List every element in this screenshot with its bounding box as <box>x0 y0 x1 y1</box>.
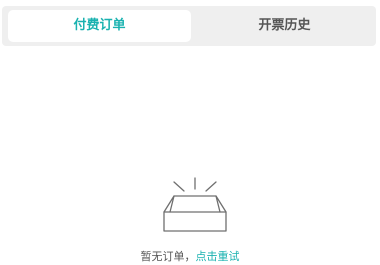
tab-invoice-history[interactable]: 开票历史 <box>194 10 375 42</box>
tab-bar: 付费订单 开票历史 <box>2 6 376 46</box>
tab-paid-orders[interactable]: 付费订单 <box>8 10 191 42</box>
empty-box-icon <box>163 177 227 232</box>
empty-message-text: 暂无订单， <box>140 250 196 263</box>
empty-state-message: 暂无订单，点击重试 <box>0 248 380 264</box>
retry-link[interactable]: 点击重试 <box>196 250 240 263</box>
